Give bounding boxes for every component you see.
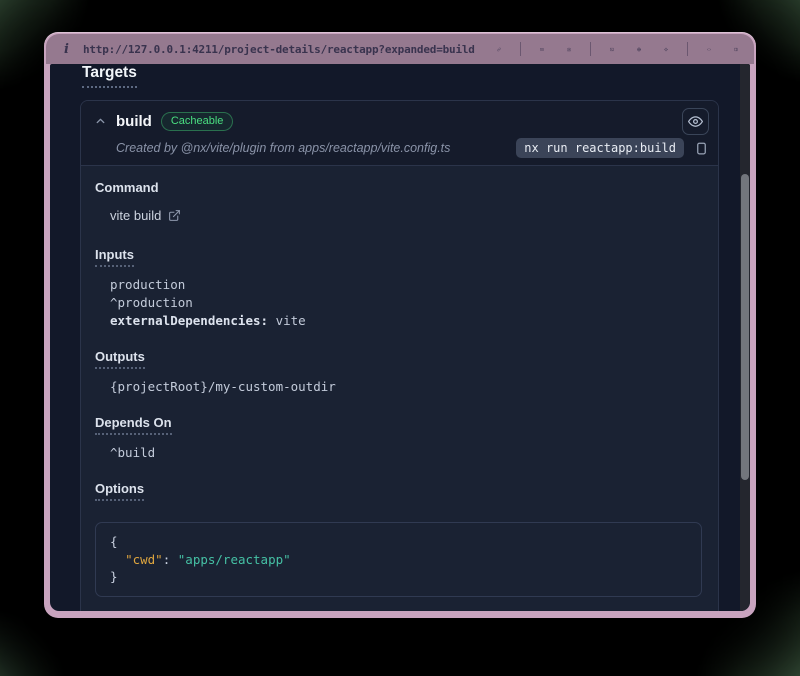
scrollbar-thumb[interactable] — [741, 174, 749, 480]
chevron-up-icon — [94, 115, 107, 128]
info-icon: i — [64, 42, 69, 57]
split-panel-icon[interactable] — [728, 41, 744, 57]
content-frame: Targets build Cacheable — [44, 64, 756, 618]
options-section-title[interactable]: Options — [95, 481, 144, 501]
outputs-section: Outputs {projectRoot}/my-custom-outdir — [95, 348, 702, 396]
input-item-value: vite — [268, 313, 306, 328]
options-json-block: { "cwd": "apps/reactapp" } — [95, 522, 702, 597]
outputs-section-title[interactable]: Outputs — [95, 349, 145, 369]
depends-on-item: ^build — [110, 444, 702, 462]
json-key: "cwd" — [125, 552, 163, 567]
json-line: "cwd": "apps/reactapp" — [110, 551, 687, 569]
input-item: production — [110, 276, 702, 294]
json-string-value: "apps/reactapp" — [178, 552, 291, 567]
toolbar-divider — [687, 42, 688, 56]
command-link[interactable]: vite build — [110, 208, 181, 223]
eye-icon — [688, 114, 703, 129]
inputs-section-title[interactable]: Inputs — [95, 247, 134, 267]
build-target-header[interactable]: build Cacheable Created by @nx/vite/plug… — [81, 101, 718, 165]
external-link-icon — [168, 209, 181, 222]
command-section: Command vite build — [95, 180, 702, 225]
copy-icon[interactable] — [694, 141, 709, 156]
browser-toolbar: i http://127.0.0.1:4211/project-details/… — [46, 34, 754, 64]
cacheable-badge[interactable]: Cacheable — [161, 112, 234, 131]
output-item: {projectRoot}/my-custom-outdir — [110, 378, 702, 396]
json-line: { — [110, 533, 687, 551]
project-details-page: Targets build Cacheable — [50, 64, 750, 611]
code-brackets-icon[interactable] — [701, 41, 717, 57]
command-section-title: Command — [95, 180, 702, 195]
crosshair-icon[interactable] — [658, 41, 674, 57]
target-card-build: build Cacheable Created by @nx/vite/plug… — [80, 100, 719, 611]
input-item: externalDependencies: vite — [110, 312, 702, 330]
page-title: Targets — [82, 64, 137, 88]
input-item: ^production — [110, 294, 702, 312]
url-text: http://127.0.0.1:4211/project-details/re… — [83, 43, 475, 56]
command-value: vite build — [110, 208, 161, 223]
toolbar-divider — [520, 42, 521, 56]
depends-on-section: Depends On ^build — [95, 414, 702, 462]
inputs-section: Inputs production ^production externalDe… — [95, 246, 702, 330]
terminal-icon[interactable] — [604, 41, 620, 57]
globe-icon[interactable] — [631, 41, 647, 57]
input-item-key: externalDependencies: — [110, 313, 268, 328]
camera-icon[interactable] — [561, 41, 577, 57]
link-icon[interactable] — [491, 41, 507, 57]
target-name: build — [116, 113, 152, 130]
created-by-text: Created by @nx/vite/plugin from apps/rea… — [116, 141, 450, 155]
screenshot-save-icon[interactable] — [534, 41, 550, 57]
depends-on-section-title[interactable]: Depends On — [95, 415, 172, 435]
build-target-details: Command vite build Inputs production — [81, 165, 718, 611]
run-command-chip: nx run reactapp:build — [516, 138, 684, 158]
options-section: Options { "cwd": "apps/reactapp" } — [95, 480, 702, 597]
view-graph-button[interactable] — [682, 108, 709, 135]
json-line: } — [110, 568, 687, 586]
toolbar-divider — [590, 42, 591, 56]
toolbar-actions — [491, 41, 744, 57]
browser-window: i http://127.0.0.1:4211/project-details/… — [44, 32, 756, 618]
